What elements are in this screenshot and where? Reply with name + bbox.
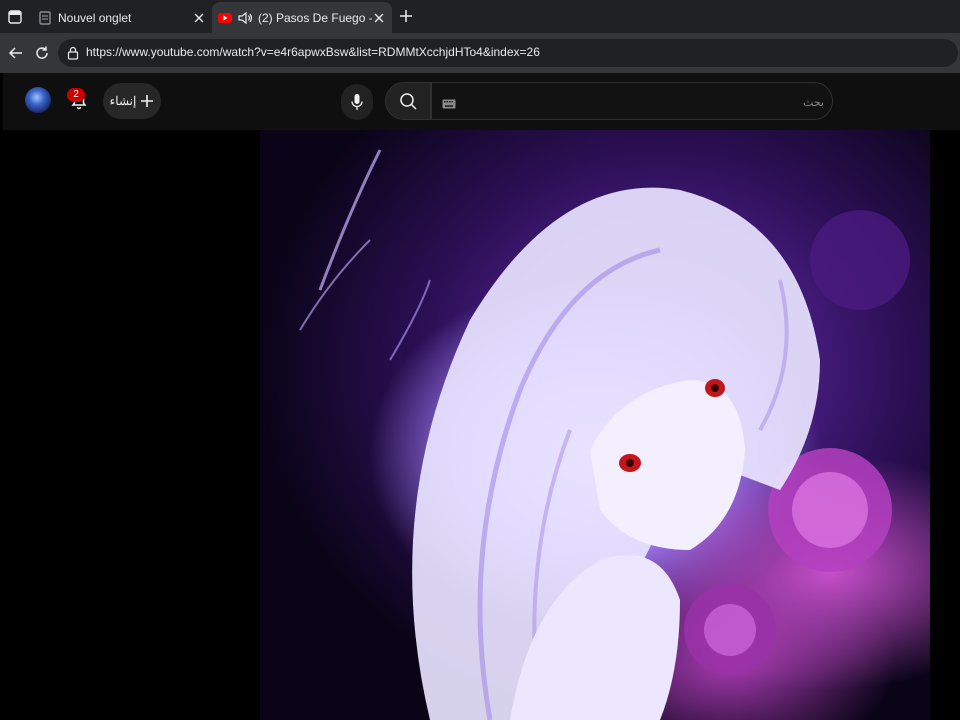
reload-button[interactable] [32, 43, 52, 63]
tab-new-tab[interactable]: Nouvel onglet [32, 2, 212, 33]
search-button[interactable] [385, 82, 431, 120]
search-input[interactable] [466, 89, 826, 115]
create-button[interactable]: إنشاء [103, 83, 161, 119]
close-icon[interactable] [192, 11, 206, 25]
browser-tab-strip: Nouvel onglet (2) Pasos De Fuego - YouTu… [0, 0, 960, 33]
keyboard-icon[interactable] [442, 96, 456, 109]
reload-icon [36, 46, 48, 59]
plus-icon [141, 95, 154, 107]
speaker-icon[interactable] [238, 11, 254, 25]
video-frame[interactable] [260, 130, 930, 720]
create-label: إنشاء [109, 94, 137, 108]
notification-count-badge: 2 [67, 88, 85, 102]
voice-search-button[interactable] [341, 84, 373, 120]
page-icon [38, 10, 52, 25]
back-button[interactable] [6, 43, 26, 63]
close-icon[interactable] [372, 11, 386, 25]
avatar[interactable] [25, 87, 51, 113]
video-player[interactable] [3, 130, 930, 720]
new-tab-button[interactable] [396, 6, 416, 26]
microphone-icon [351, 94, 363, 110]
youtube-icon [218, 11, 232, 25]
address-bar[interactable]: https://www.youtube.com/watch?v=e4r6apwx… [58, 39, 958, 67]
tab-actions-icon[interactable] [4, 6, 26, 28]
arrow-left-icon [8, 47, 22, 59]
address-url[interactable]: https://www.youtube.com/watch?v=e4r6apwx… [86, 45, 540, 59]
video-artwork [299, 149, 910, 720]
search-icon [400, 93, 417, 110]
browser-toolbar: https://www.youtube.com/watch?v=e4r6apwx… [0, 33, 960, 73]
tab-title: (2) Pasos De Fuego - YouTube [258, 10, 372, 25]
tab-youtube[interactable]: (2) Pasos De Fuego - YouTube [212, 2, 392, 33]
plus-icon [400, 10, 412, 22]
tab-title: Nouvel onglet [58, 10, 132, 25]
lock-icon[interactable] [66, 46, 80, 60]
search-field[interactable] [431, 82, 833, 120]
youtube-header: 2 إنشاء [3, 73, 960, 130]
